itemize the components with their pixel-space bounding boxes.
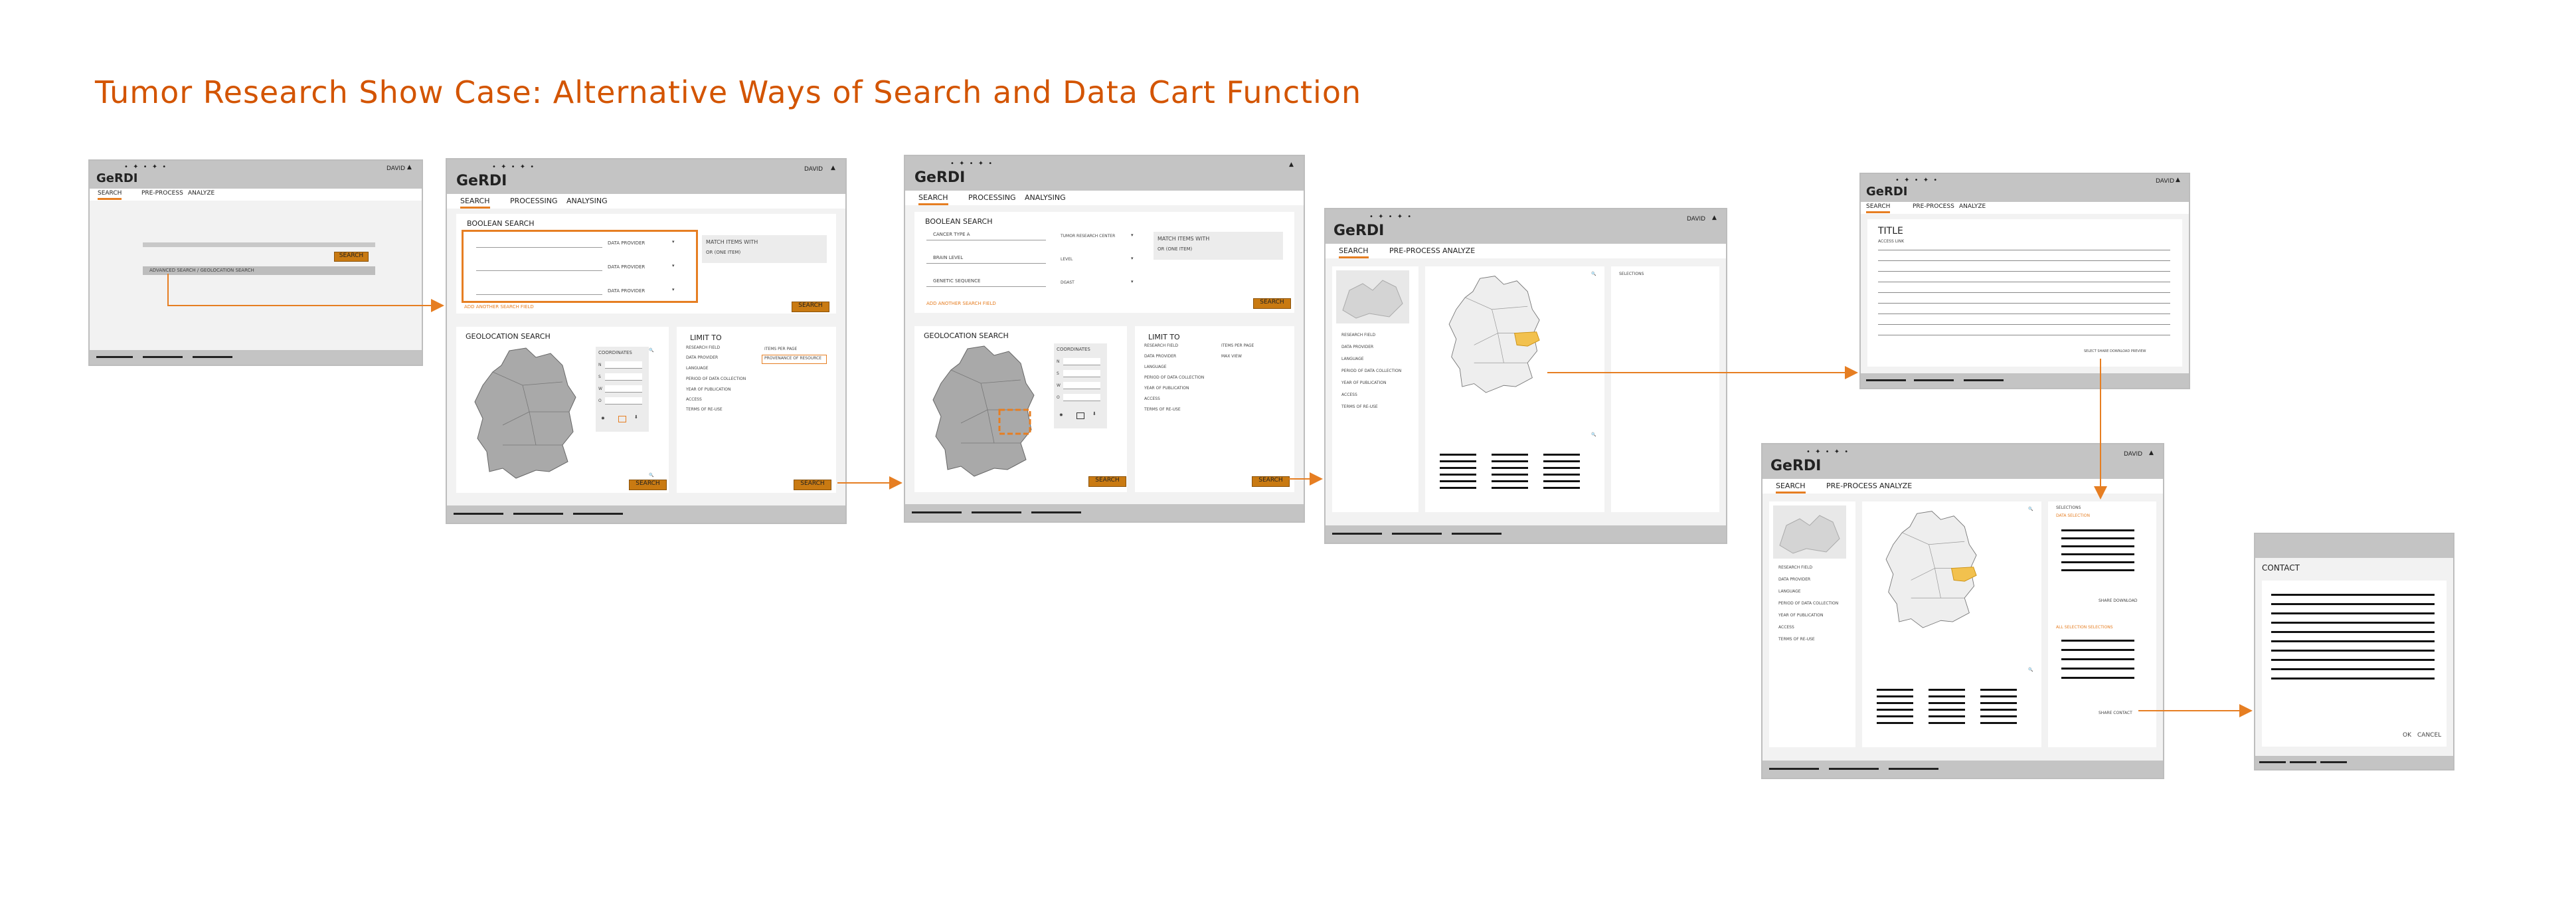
flow-arrows <box>167 274 2253 717</box>
